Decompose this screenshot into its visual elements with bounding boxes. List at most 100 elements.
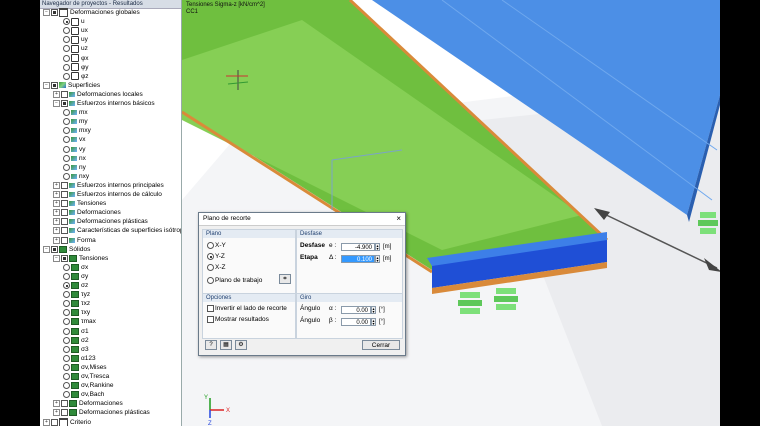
offset-spinner[interactable]: ▴ ▾	[375, 243, 380, 251]
expand-icon[interactable]: +	[53, 218, 60, 226]
tree-item[interactable]: mxy	[63, 126, 91, 135]
radio-button[interactable]	[63, 163, 70, 171]
expand-icon[interactable]: +	[53, 409, 60, 417]
tree-item[interactable]: σ2	[63, 336, 89, 345]
checkbox[interactable]	[61, 218, 68, 226]
checkbox[interactable]	[61, 227, 68, 235]
invert-side-checkbox[interactable]	[207, 305, 214, 312]
radio-workplane[interactable]	[207, 277, 214, 284]
tree-item[interactable]: vy	[63, 145, 86, 154]
tree-item[interactable]: nxy	[63, 172, 89, 181]
tree-item[interactable]: φy	[63, 63, 88, 72]
checkbox[interactable]	[61, 181, 68, 189]
plane-xz-option[interactable]: X-Z	[207, 264, 225, 272]
show-results-checkbox[interactable]	[207, 316, 214, 323]
tree-item[interactable]: α123	[63, 354, 96, 363]
radio-button[interactable]	[63, 327, 70, 335]
tree-item[interactable]: u	[63, 17, 85, 26]
checkbox[interactable]	[61, 209, 68, 217]
checkbox[interactable]	[61, 236, 68, 244]
expand-icon[interactable]: +	[53, 181, 60, 189]
expand-icon[interactable]: +	[53, 227, 60, 235]
tree-item[interactable]: σz	[63, 281, 88, 290]
tree-item[interactable]: τmax	[63, 317, 96, 326]
radio-button[interactable]	[63, 36, 70, 44]
checkbox[interactable]	[61, 200, 68, 208]
tree-item[interactable]: + Forma	[53, 236, 96, 245]
tree-item[interactable]: − Superficies	[43, 81, 100, 90]
plane-xy-option[interactable]: X-Y	[207, 242, 226, 250]
expand-icon[interactable]: +	[53, 236, 60, 244]
tree-item[interactable]: σx	[63, 263, 88, 272]
beta-spinner[interactable]: ▴ ▾	[371, 318, 376, 326]
radio-button[interactable]	[63, 136, 70, 144]
expand-icon[interactable]: +	[53, 90, 60, 98]
tree-item[interactable]: σv,Bach	[63, 390, 104, 399]
tree-item[interactable]: nx	[63, 154, 86, 163]
tree-item[interactable]: vx	[63, 135, 86, 144]
tree-item[interactable]: − Sólidos	[43, 245, 90, 254]
checkbox[interactable]	[51, 245, 58, 253]
settings-icon[interactable]: ⚙	[235, 340, 247, 350]
tree-item[interactable]: − Esfuerzos internos básicos	[53, 99, 155, 108]
expand-icon[interactable]: +	[53, 191, 60, 198]
alpha-input[interactable]: 0.00	[341, 306, 371, 314]
tree-item[interactable]: σv,Mises	[63, 363, 107, 372]
beta-input[interactable]: 0.00	[341, 318, 371, 326]
tree-item[interactable]: + Deformaciones plásticas	[53, 217, 148, 226]
collapse-icon[interactable]: −	[43, 9, 50, 16]
checkbox[interactable]	[61, 400, 68, 408]
tree-item[interactable]: uy	[63, 35, 88, 44]
radio-button[interactable]	[63, 45, 70, 53]
tree-item[interactable]: uz	[63, 44, 88, 53]
expand-icon[interactable]: +	[53, 400, 60, 408]
close-icon[interactable]: ×	[396, 214, 401, 224]
expand-icon[interactable]: +	[53, 200, 60, 208]
tree-item[interactable]: σv,Tresca	[63, 372, 109, 381]
collapse-icon[interactable]: −	[53, 254, 60, 262]
invert-side-option[interactable]: Invertir el lado de recorte	[207, 305, 287, 313]
radio-button[interactable]	[63, 18, 70, 26]
checkbox[interactable]	[61, 409, 68, 417]
plane-workplane-option[interactable]: Plano de trabajo	[207, 277, 262, 285]
workplane-pick-icon[interactable]: ⌗	[279, 274, 291, 284]
collapse-icon[interactable]: −	[43, 81, 50, 89]
checkbox[interactable]	[61, 100, 68, 107]
tree-item[interactable]: + Esfuerzos internos de cálculo	[53, 190, 162, 199]
radio-button[interactable]	[63, 118, 70, 126]
tree-item[interactable]: + Deformaciones plásticas	[53, 408, 150, 417]
collapse-icon[interactable]: −	[53, 100, 60, 107]
radio-button[interactable]	[63, 345, 70, 353]
radio-button[interactable]	[63, 27, 70, 35]
radio-button[interactable]	[63, 127, 70, 135]
radio-button[interactable]	[63, 373, 70, 380]
radio-button[interactable]	[63, 154, 70, 162]
step-input[interactable]: 0.100	[341, 255, 375, 263]
checkbox[interactable]	[51, 418, 58, 426]
radio-button[interactable]	[63, 145, 70, 153]
radio-button[interactable]	[63, 172, 70, 180]
radio-button[interactable]	[63, 263, 70, 271]
tree-item[interactable]: + Tensiones	[53, 199, 106, 208]
radio-button[interactable]	[63, 72, 70, 80]
radio-xy[interactable]	[207, 242, 214, 249]
checkbox[interactable]	[61, 254, 68, 262]
radio-button[interactable]	[63, 63, 70, 71]
show-results-option[interactable]: Mostrar resultados	[207, 316, 269, 324]
tree-item[interactable]: σ3	[63, 345, 89, 354]
step-spinner[interactable]: ▴ ▾	[375, 255, 380, 263]
tree-item[interactable]: + Criterio	[43, 417, 91, 426]
tree-item[interactable]: + Deformaciones	[53, 399, 123, 408]
expand-icon[interactable]: +	[43, 418, 50, 426]
radio-button[interactable]	[63, 109, 70, 117]
tree-item[interactable]: mx	[63, 108, 88, 117]
tree-item[interactable]: σv,Rankine	[63, 381, 113, 390]
help-icon[interactable]: ?	[205, 340, 217, 350]
offset-input[interactable]: -4.900	[341, 243, 375, 251]
radio-button[interactable]	[63, 336, 70, 344]
alpha-spinner[interactable]: ▴ ▾	[371, 306, 376, 314]
tree-item[interactable]: + Esfuerzos internos principales	[53, 181, 164, 190]
tree-item[interactable]: ux	[63, 26, 88, 35]
tree-item[interactable]: + Deformaciones	[53, 208, 121, 217]
radio-button[interactable]	[63, 282, 70, 289]
